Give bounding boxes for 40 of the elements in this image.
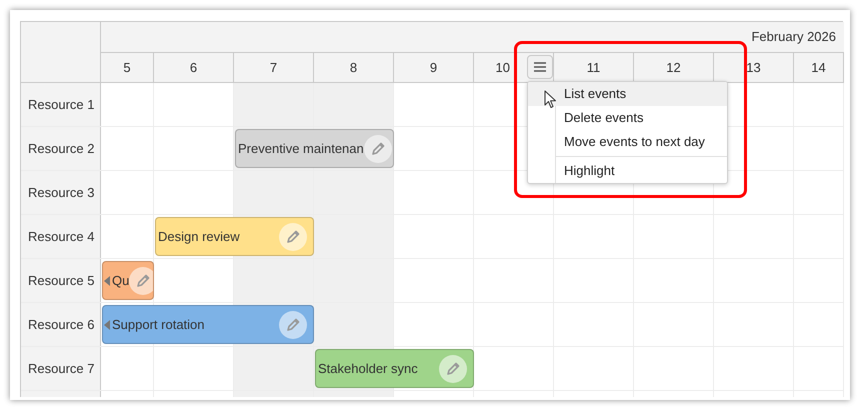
pencil-icon[interactable]	[364, 134, 392, 162]
day-header: 11	[554, 53, 634, 83]
day-header: 13	[714, 53, 794, 83]
day-header: 12	[634, 53, 714, 83]
menu-icon	[534, 62, 546, 72]
day-header: 5	[101, 53, 154, 83]
resource-label: Resource 4	[21, 215, 101, 258]
day-header: 10	[474, 53, 554, 83]
menu-button[interactable]	[527, 55, 553, 79]
menu-item[interactable]: Highlight	[528, 159, 727, 183]
resource-label: Resource 2	[21, 127, 101, 170]
menu-item[interactable]: Delete events	[528, 106, 727, 130]
menu-item[interactable]: List events	[528, 82, 727, 106]
pencil-icon[interactable]	[439, 354, 467, 382]
day-header: 14	[794, 53, 844, 83]
event-bar[interactable]: Support rotation	[102, 305, 314, 344]
event-title: Support rotation	[112, 316, 205, 334]
pencil-icon[interactable]	[129, 266, 153, 294]
menu-item[interactable]: Move events to next day	[528, 130, 727, 154]
resource-label: Resource 5	[21, 259, 101, 302]
resource-label: Resource 3	[21, 171, 101, 214]
day-header: 7	[234, 53, 314, 83]
resource-label: Resource 1	[21, 83, 101, 126]
event-bar[interactable]: Design review	[155, 217, 314, 256]
day-header: 9	[394, 53, 474, 83]
event-title: Qu	[112, 272, 130, 290]
pencil-icon[interactable]	[279, 310, 307, 338]
cursor-icon	[544, 90, 557, 109]
resource-label: Resource 6	[21, 303, 101, 346]
event-title: Preventive maintenan	[238, 140, 364, 158]
pencil-icon[interactable]	[279, 222, 307, 250]
event-bar[interactable]: Stakeholder sync	[315, 349, 474, 388]
day-header: 6	[154, 53, 234, 83]
resource-label: Resource 7	[21, 347, 101, 390]
event-bar[interactable]: Preventive maintenan	[235, 129, 394, 168]
day-header: 8	[314, 53, 394, 83]
event-bar[interactable]: Qu	[102, 261, 154, 300]
event-title: Design review	[158, 228, 240, 246]
month-label: February 2026	[751, 28, 836, 46]
event-title: Stakeholder sync	[318, 360, 418, 378]
